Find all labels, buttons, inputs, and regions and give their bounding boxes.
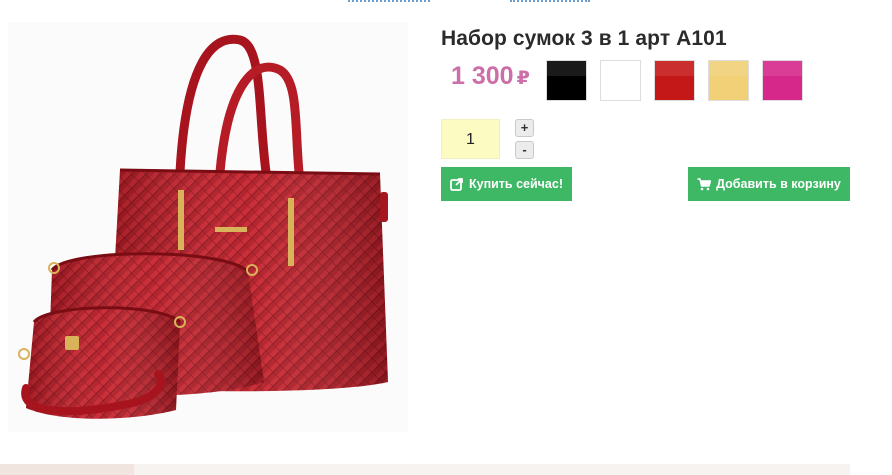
nav-link-underline[interactable] [348, 0, 430, 2]
price-value: 1 300 [451, 62, 514, 90]
tab-bar [134, 464, 850, 475]
quantity-input[interactable]: 1 [441, 119, 500, 159]
quantity-increase-button[interactable]: + [515, 119, 534, 137]
currency-symbol: ₽ [516, 68, 530, 89]
color-swatches [546, 60, 803, 101]
add-to-cart-label: Добавить в корзину [716, 177, 841, 191]
color-swatch-pink[interactable] [762, 60, 803, 101]
color-swatch-black[interactable] [546, 60, 587, 101]
quantity-decrease-button[interactable]: - [515, 141, 534, 159]
cart-icon [697, 178, 712, 191]
color-swatch-beige[interactable] [708, 60, 749, 101]
nav-link-underline[interactable] [510, 0, 590, 2]
buy-now-button[interactable]: Купить сейчас! [441, 167, 572, 201]
add-to-cart-button[interactable]: Добавить в корзину [688, 167, 850, 201]
tab-description[interactable] [0, 464, 134, 475]
buy-now-label: Купить сейчас! [468, 177, 563, 191]
color-swatch-red[interactable] [654, 60, 695, 101]
product-page: Набор сумок 3 в 1 арт A101 1 300 ₽ 1 + - … [0, 0, 892, 475]
product-image[interactable] [8, 22, 408, 432]
color-swatch-white[interactable] [600, 60, 641, 101]
product-price: 1 300 ₽ [451, 62, 530, 91]
product-title: Набор сумок 3 в 1 арт A101 [441, 27, 727, 50]
external-link-icon [450, 178, 463, 191]
